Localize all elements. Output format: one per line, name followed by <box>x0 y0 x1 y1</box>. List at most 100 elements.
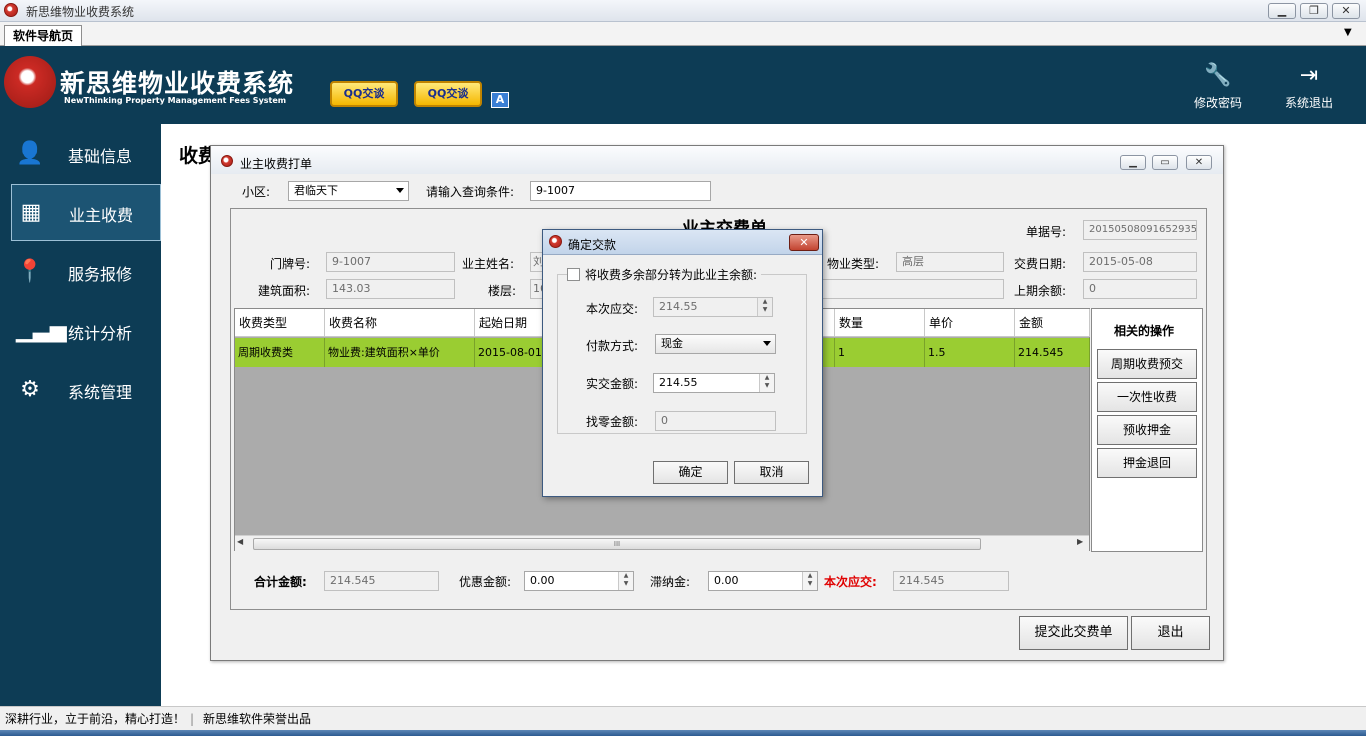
submit-fee-button[interactable]: 提交此交费单 <box>1019 616 1128 650</box>
door-label: 门牌号: <box>270 257 311 271</box>
tab-software-navigation[interactable]: 软件导航页 <box>4 25 83 46</box>
close-button[interactable]: ✕ <box>1332 3 1360 19</box>
table-cell[interactable]: 周期收费类 <box>235 338 325 367</box>
dropdown-arrow-icon <box>763 341 771 346</box>
window-titlebar: 新思维物业收费系统 ▁ ❐ ✕ <box>0 0 1366 22</box>
minimize-button[interactable]: ▁ <box>1268 3 1296 19</box>
scroll-left-icon[interactable]: ◀ <box>237 537 243 546</box>
late-fee-label: 滞纳金: <box>650 575 691 589</box>
pay-method-value: 现金 <box>661 337 683 350</box>
dropdown-arrow-icon <box>396 188 404 193</box>
location-pin-icon: 📍 <box>16 259 44 284</box>
tab-menu-chevron-icon[interactable]: ▼ <box>1344 27 1352 38</box>
change-password-label: 修改密码 <box>1193 96 1242 110</box>
table-cell[interactable]: 2015-08-01 <box>475 338 543 367</box>
sidebar-item-owner-fees[interactable]: ▦ 业主收费 <box>11 184 161 241</box>
app-icon <box>4 3 18 17</box>
discount-input[interactable]: 0.00 ▲ ▼ <box>524 571 634 591</box>
paid-spinner[interactable]: ▲ ▼ <box>759 374 774 392</box>
table-cell[interactable]: 214.545 <box>1015 338 1090 367</box>
dialog-ok-button[interactable]: 确定 <box>653 461 728 484</box>
change-label: 找零金额: <box>586 415 639 429</box>
qq-chat-button-1[interactable]: QQ交谈 <box>330 81 398 107</box>
table-header[interactable]: 数量 <box>835 309 925 337</box>
overpay-checkbox[interactable] <box>567 268 580 281</box>
paid-input[interactable]: 214.55 ▲ ▼ <box>653 373 775 393</box>
deposit-refund-button[interactable]: 押金退回 <box>1097 448 1197 478</box>
remark-field <box>822 279 1004 299</box>
table-header[interactable]: 起始日期 <box>475 309 543 337</box>
sidebar-item-label: 服务报修 <box>68 265 133 284</box>
wrench-icon: 🔧 <box>1204 63 1232 88</box>
scroll-right-icon[interactable]: ▶ <box>1077 537 1083 546</box>
community-select[interactable]: 君临天下 <box>288 181 409 201</box>
table-cell[interactable]: 物业费:建筑面积×单价 <box>325 338 475 367</box>
dialog-due-label: 本次应交: <box>586 302 639 316</box>
fee-window-maximize[interactable]: ▭ <box>1152 155 1178 170</box>
prev-balance-label: 上期余额: <box>1014 284 1067 298</box>
due-field: 214.545 <box>893 571 1009 591</box>
app-subtitle: NewThinking Property Management Fees Sys… <box>64 96 287 105</box>
sidebar-item-label: 统计分析 <box>68 324 133 343</box>
door-field: 9-1007 <box>326 252 455 272</box>
confirm-payment-dialog: 确定交款 ✕ 将收费多余部分转为此业主余额: 本次应交: 214.55 ▲ ▼ 付款… <box>542 229 823 497</box>
fee-window-close[interactable]: ✕ <box>1186 155 1212 170</box>
calendar-icon: ▦ <box>20 200 42 225</box>
overpay-checkbox-row[interactable]: 将收费多余部分转为此业主余额: <box>567 266 762 283</box>
dialog-cancel-button[interactable]: 取消 <box>734 461 809 484</box>
sidebar-item-label: 业主收费 <box>69 206 134 225</box>
exit-icon: ⇥ <box>1299 63 1319 88</box>
dialog-due-spinner: ▲ ▼ <box>757 298 772 316</box>
pay-method-label: 付款方式: <box>586 339 639 353</box>
table-cell[interactable]: 1.5 <box>925 338 1015 367</box>
late-fee-input[interactable]: 0.00 ▲ ▼ <box>708 571 818 591</box>
change-field: 0 <box>655 411 776 431</box>
scroll-grip: III <box>613 540 621 548</box>
discount-spinner[interactable]: ▲ ▼ <box>618 572 633 590</box>
exit-button[interactable]: 退出 <box>1131 616 1210 650</box>
sidebar-item-label: 基础信息 <box>68 147 133 166</box>
change-password-button[interactable]: 🔧 修改密码 <box>1178 62 1258 111</box>
fee-window-minimize[interactable]: ▁ <box>1120 155 1146 170</box>
paid-value: 214.55 <box>659 376 698 389</box>
discount-label: 优惠金额: <box>459 575 512 589</box>
qq-chat-button-2[interactable]: QQ交谈 <box>414 81 482 107</box>
due-label: 本次应交: <box>824 575 877 589</box>
sidebar-item-basic-info[interactable]: 👤 基础信息 <box>0 126 161 182</box>
floor-label: 楼层: <box>488 284 517 298</box>
dialog-due-value: 214.55 <box>659 300 698 313</box>
horizontal-scrollbar[interactable]: ◀ III ▶ <box>235 535 1089 551</box>
area-label: 建筑面积: <box>258 284 311 298</box>
sidebar-item-repair[interactable]: 📍 服务报修 <box>0 244 161 300</box>
tab-strip: 软件导航页 ▼ <box>0 22 1366 46</box>
owner-label: 业主姓名: <box>462 257 515 271</box>
table-header[interactable]: 单价 <box>925 309 1015 337</box>
restore-button[interactable]: ❐ <box>1300 3 1328 19</box>
a-badge-button[interactable]: A <box>491 92 509 108</box>
status-divider: | <box>190 712 195 726</box>
sidebar-item-statistics[interactable]: ▁▃▅ 统计分析 <box>0 303 161 359</box>
periodic-prepay-button[interactable]: 周期收费预交 <box>1097 349 1197 379</box>
property-type-field: 高层 <box>896 252 1004 272</box>
one-time-fee-button[interactable]: 一次性收费 <box>1097 382 1197 412</box>
table-header[interactable]: 收费类型 <box>235 309 325 337</box>
total-field: 214.545 <box>324 571 439 591</box>
late-fee-spinner[interactable]: ▲ ▼ <box>802 572 817 590</box>
table-header[interactable]: 收费名称 <box>325 309 475 337</box>
logo-icon <box>4 56 56 108</box>
scroll-thumb[interactable]: III <box>253 538 981 550</box>
fee-window-titlebar: 业主收费打单 ▁ ▭ ✕ <box>211 146 1223 174</box>
query-input[interactable]: 9-1007 <box>530 181 711 201</box>
status-credit: 新思维软件荣誉出品 <box>203 712 312 726</box>
dialog-icon <box>549 235 562 248</box>
logout-button[interactable]: ⇥ 系统退出 <box>1269 62 1349 111</box>
dialog-close-button[interactable]: ✕ <box>789 234 819 251</box>
sidebar-item-system[interactable]: ⚙ 系统管理 <box>0 362 161 418</box>
window-title: 新思维物业收费系统 <box>26 5 135 19</box>
total-label: 合计金额: <box>254 575 307 589</box>
date-label: 交费日期: <box>1014 257 1067 271</box>
table-cell[interactable]: 1 <box>835 338 925 367</box>
pay-method-select[interactable]: 现金 <box>655 334 776 354</box>
table-header[interactable]: 金额 <box>1015 309 1090 337</box>
deposit-button[interactable]: 预收押金 <box>1097 415 1197 445</box>
